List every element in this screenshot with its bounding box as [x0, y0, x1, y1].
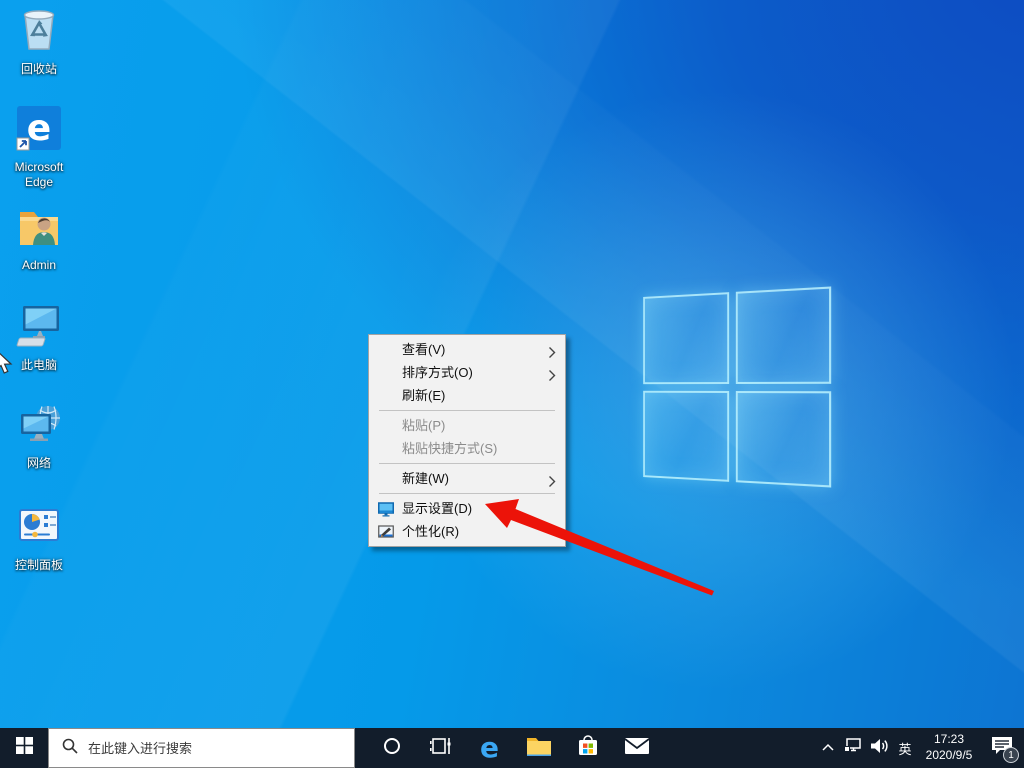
network-status-icon [843, 737, 863, 759]
desktop-icon-label: Admin [22, 258, 56, 273]
user-folder-icon [15, 202, 63, 255]
taskbar-app-buttons: e [367, 728, 661, 768]
microsoft-edge-icon: e [15, 104, 63, 157]
menu-item-label: 新建(W) [402, 471, 449, 486]
computer-icon [15, 302, 63, 355]
personalize-icon [378, 524, 394, 547]
menu-item-label: 粘贴(P) [402, 418, 445, 433]
desktop-icon-control-panel[interactable]: 控制面板 [2, 502, 76, 573]
menu-item-label: 刷新(E) [402, 388, 445, 403]
wallpaper-windows-logo [643, 286, 831, 487]
menu-separator [379, 493, 555, 494]
microsoft-store-icon [576, 734, 600, 763]
menu-item-refresh[interactable]: 刷新(E) [369, 384, 565, 407]
windows-logo-pane [735, 286, 831, 383]
menu-item-sort-by[interactable]: 排序方式(O) [369, 361, 565, 384]
windows-logo-pane [643, 390, 728, 481]
desktop-icon-label: 回收站 [21, 62, 57, 77]
recycle-bin-icon [15, 6, 63, 59]
clock-time: 17:23 [918, 732, 980, 748]
file-explorer-icon [526, 735, 552, 762]
desktop-context-menu: 查看(V) 排序方式(O) 刷新(E) 粘贴(P) 粘贴快捷方式(S) 新建(W… [368, 334, 566, 547]
microsoft-store-button[interactable] [563, 728, 612, 768]
desktop-icon-admin[interactable]: Admin [2, 202, 76, 273]
ime-indicator: 英 [898, 739, 911, 758]
windows-logo-pane [735, 391, 831, 488]
taskbar-clock[interactable]: 17:23 2020/9/5 [918, 732, 980, 763]
menu-item-new[interactable]: 新建(W) [369, 467, 565, 490]
svg-text:e: e [27, 108, 51, 149]
menu-item-personalize[interactable]: 个性化(R) [369, 520, 565, 543]
desktop-icon-network[interactable]: 网络 [2, 400, 76, 471]
search-icon [62, 738, 78, 759]
menu-item-label: 个性化(R) [402, 524, 459, 539]
menu-separator [379, 410, 555, 411]
desktop-icon-recycle-bin[interactable]: 回收站 [2, 6, 76, 77]
menu-item-label: 排序方式(O) [402, 365, 473, 380]
windows-start-icon [16, 737, 33, 759]
desktop-icon-label: 网络 [27, 456, 51, 471]
menu-item-label: 显示设置(D) [402, 501, 472, 516]
network-tray-button[interactable] [840, 728, 866, 768]
menu-item-label: 粘贴快捷方式(S) [402, 441, 497, 456]
ime-language-button[interactable]: 英 [892, 728, 918, 768]
windows-logo-pane [643, 292, 728, 383]
task-view-button[interactable] [416, 728, 465, 768]
network-icon [15, 400, 63, 453]
action-center-button[interactable]: 1 [980, 728, 1024, 768]
mail-icon [624, 736, 650, 761]
volume-tray-button[interactable] [866, 728, 892, 768]
menu-item-paste-shortcut: 粘贴快捷方式(S) [369, 437, 565, 460]
submenu-arrow-icon [548, 472, 556, 495]
cortana-icon [383, 737, 401, 760]
mail-button[interactable] [612, 728, 661, 768]
menu-item-display-settings[interactable]: 显示设置(D) [369, 497, 565, 520]
cortana-button[interactable] [367, 728, 416, 768]
system-tray: 英 17:23 2020/9/5 1 [816, 728, 1024, 768]
desktop-icon-microsoft-edge[interactable]: e Microsoft Edge [2, 104, 76, 190]
tray-overflow-button[interactable] [816, 728, 840, 768]
chevron-up-icon [821, 739, 835, 757]
mouse-cursor [0, 349, 18, 377]
start-button[interactable] [0, 728, 48, 768]
task-view-icon [430, 736, 452, 761]
desktop-icon-label: 控制面板 [15, 558, 63, 573]
file-explorer-button[interactable] [514, 728, 563, 768]
edge-taskbar-button[interactable]: e [465, 728, 514, 768]
control-panel-icon [15, 502, 63, 555]
menu-item-view[interactable]: 查看(V) [369, 338, 565, 361]
clock-date: 2020/9/5 [918, 748, 980, 764]
desktop-icon-label: 此电脑 [21, 358, 57, 373]
taskbar: e [0, 728, 1024, 768]
notification-badge: 1 [1003, 747, 1019, 763]
taskbar-search-box[interactable] [48, 728, 355, 768]
desktop-icon-label: Microsoft Edge [2, 160, 76, 190]
volume-icon [870, 738, 889, 759]
menu-item-paste: 粘贴(P) [369, 414, 565, 437]
menu-item-label: 查看(V) [402, 342, 445, 357]
desktop[interactable]: 回收站 e Microsoft Edge Admin [0, 0, 1024, 768]
edge-icon: e [480, 734, 499, 762]
search-input[interactable] [88, 741, 328, 756]
menu-separator [379, 463, 555, 464]
